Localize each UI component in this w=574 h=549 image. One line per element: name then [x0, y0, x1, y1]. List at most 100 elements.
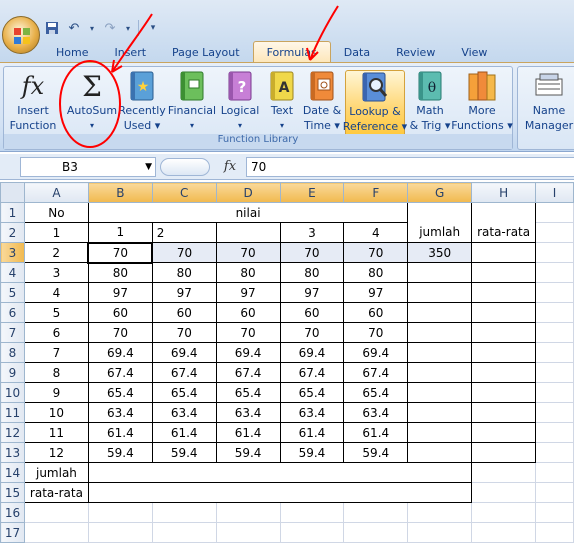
cell-nilai-value[interactable]: 69.4: [279, 342, 345, 363]
cell-nilai-value[interactable]: 63.4: [279, 402, 345, 423]
cell-nilai-value[interactable]: 65.4: [279, 382, 345, 403]
row-header[interactable]: 14: [0, 462, 25, 483]
row-header[interactable]: 13: [0, 442, 25, 463]
cell-nilai-value[interactable]: 80: [215, 262, 281, 283]
cell-jumlah[interactable]: [407, 262, 473, 283]
tab-home[interactable]: Home: [43, 41, 101, 63]
cell-footer-merged[interactable]: [87, 462, 473, 483]
cell-nilai-value[interactable]: 59.4: [215, 442, 281, 463]
cell-no[interactable]: 3: [23, 262, 89, 283]
save-icon[interactable]: [44, 20, 60, 36]
cell-no[interactable]: 6: [23, 322, 89, 343]
cell-empty[interactable]: [87, 522, 153, 543]
more-functions-button[interactable]: More Functions ▾: [451, 70, 513, 138]
cell-c2[interactable]: 2: [151, 222, 217, 243]
cell-nilai-value[interactable]: 65.4: [215, 382, 281, 403]
financial-button[interactable]: Financial ▾: [168, 70, 216, 138]
cell-nilai-value[interactable]: 80: [87, 262, 153, 283]
name-manager-button[interactable]: Name Manager: [522, 70, 574, 138]
cell-nilai-value[interactable]: 70: [215, 242, 281, 263]
cell-nilai-value[interactable]: 70: [215, 322, 281, 343]
cell-nilai-value[interactable]: 69.4: [151, 342, 217, 363]
cell-rata-rata[interactable]: [471, 422, 537, 443]
cell-empty[interactable]: [535, 482, 574, 503]
cell-nilai-value[interactable]: 60: [279, 302, 345, 323]
cell-nilai-value[interactable]: 69.4: [87, 342, 153, 363]
row-header[interactable]: 17: [0, 522, 25, 543]
cell-d2[interactable]: [215, 222, 281, 243]
cell-nilai-value[interactable]: 61.4: [215, 422, 281, 443]
cell-i2[interactable]: [535, 222, 574, 243]
cell-nilai-value[interactable]: 97: [343, 282, 409, 303]
cell-jumlah[interactable]: [407, 362, 473, 383]
lookup-reference-button[interactable]: Lookup & Reference ▾: [343, 70, 407, 138]
cell-empty[interactable]: [407, 522, 473, 543]
cell-no[interactable]: 5: [23, 302, 89, 323]
date-time-button[interactable]: Date & Time ▾: [302, 70, 342, 138]
cell-empty[interactable]: [535, 462, 574, 483]
cell-empty[interactable]: [535, 422, 574, 443]
cell-no[interactable]: 4: [23, 282, 89, 303]
cell-jumlah[interactable]: [407, 422, 473, 443]
cell-empty[interactable]: [535, 522, 574, 543]
cell-nilai-value[interactable]: 65.4: [87, 382, 153, 403]
cell-rata-rata[interactable]: [471, 442, 537, 463]
cell-empty[interactable]: [23, 502, 89, 523]
cell-nilai-value[interactable]: 70: [343, 242, 409, 263]
office-button[interactable]: [2, 16, 40, 54]
cell-jumlah[interactable]: [407, 302, 473, 323]
cell-no[interactable]: 9: [23, 382, 89, 403]
cell-nilai-value[interactable]: 60: [87, 302, 153, 323]
insert-function-fx-button[interactable]: fx: [215, 157, 245, 177]
cell-empty[interactable]: [535, 402, 574, 423]
cell-no[interactable]: 12: [23, 442, 89, 463]
cell-h2[interactable]: rata-rata: [471, 222, 537, 243]
row-header[interactable]: 8: [0, 342, 25, 363]
cell-rata-rata[interactable]: [471, 302, 537, 323]
cell-nilai-value[interactable]: 97: [215, 282, 281, 303]
cell-nilai-value[interactable]: 61.4: [87, 422, 153, 443]
cell-g1[interactable]: [407, 202, 473, 223]
cell-nilai-value[interactable]: 70: [279, 322, 345, 343]
cell-footer-merged[interactable]: [87, 482, 473, 503]
cell-rata-rata[interactable]: [471, 402, 537, 423]
cell-nilai-value[interactable]: 67.4: [343, 362, 409, 383]
row-header[interactable]: 1: [0, 202, 25, 223]
cell-empty[interactable]: [151, 502, 217, 523]
row-header[interactable]: 5: [0, 282, 25, 303]
column-header-d[interactable]: D: [215, 182, 281, 203]
cell-nilai-value[interactable]: 59.4: [343, 442, 409, 463]
tab-data[interactable]: Data: [331, 41, 383, 63]
row-header[interactable]: 11: [0, 402, 25, 423]
cell-h1[interactable]: [471, 202, 537, 223]
cell-jumlah[interactable]: [407, 382, 473, 403]
cell-empty[interactable]: [471, 522, 537, 543]
row-header[interactable]: 4: [0, 262, 25, 283]
column-header-c[interactable]: C: [151, 182, 217, 203]
column-header-g[interactable]: G: [407, 182, 473, 203]
cell-empty[interactable]: [535, 302, 574, 323]
cell-nilai-value[interactable]: 70: [151, 322, 217, 343]
cell-nilai-value[interactable]: 69.4: [215, 342, 281, 363]
cell-nilai-value[interactable]: 60: [151, 302, 217, 323]
tab-insert[interactable]: Insert: [101, 41, 159, 63]
cell-nilai-value[interactable]: 59.4: [87, 442, 153, 463]
cell-rata-rata[interactable]: [471, 322, 537, 343]
text-button[interactable]: A Text ▾: [266, 70, 298, 138]
cell-nilai-value[interactable]: 60: [215, 302, 281, 323]
row-header[interactable]: 16: [0, 502, 25, 523]
cell-no[interactable]: 11: [23, 422, 89, 443]
tab-review[interactable]: Review: [383, 41, 448, 63]
row-header[interactable]: 10: [0, 382, 25, 403]
cell-no[interactable]: 10: [23, 402, 89, 423]
cell-nilai-value[interactable]: 63.4: [151, 402, 217, 423]
cell-empty[interactable]: [279, 502, 345, 523]
cell-nilai-value[interactable]: 60: [343, 302, 409, 323]
cell-nilai-value[interactable]: 67.4: [151, 362, 217, 383]
cell-empty[interactable]: [535, 322, 574, 343]
cell-empty[interactable]: [535, 382, 574, 403]
cell-g2[interactable]: jumlah: [407, 222, 473, 243]
cell-nilai-value[interactable]: 70: [343, 322, 409, 343]
cell-empty[interactable]: [343, 522, 409, 543]
cell-empty[interactable]: [87, 502, 153, 523]
